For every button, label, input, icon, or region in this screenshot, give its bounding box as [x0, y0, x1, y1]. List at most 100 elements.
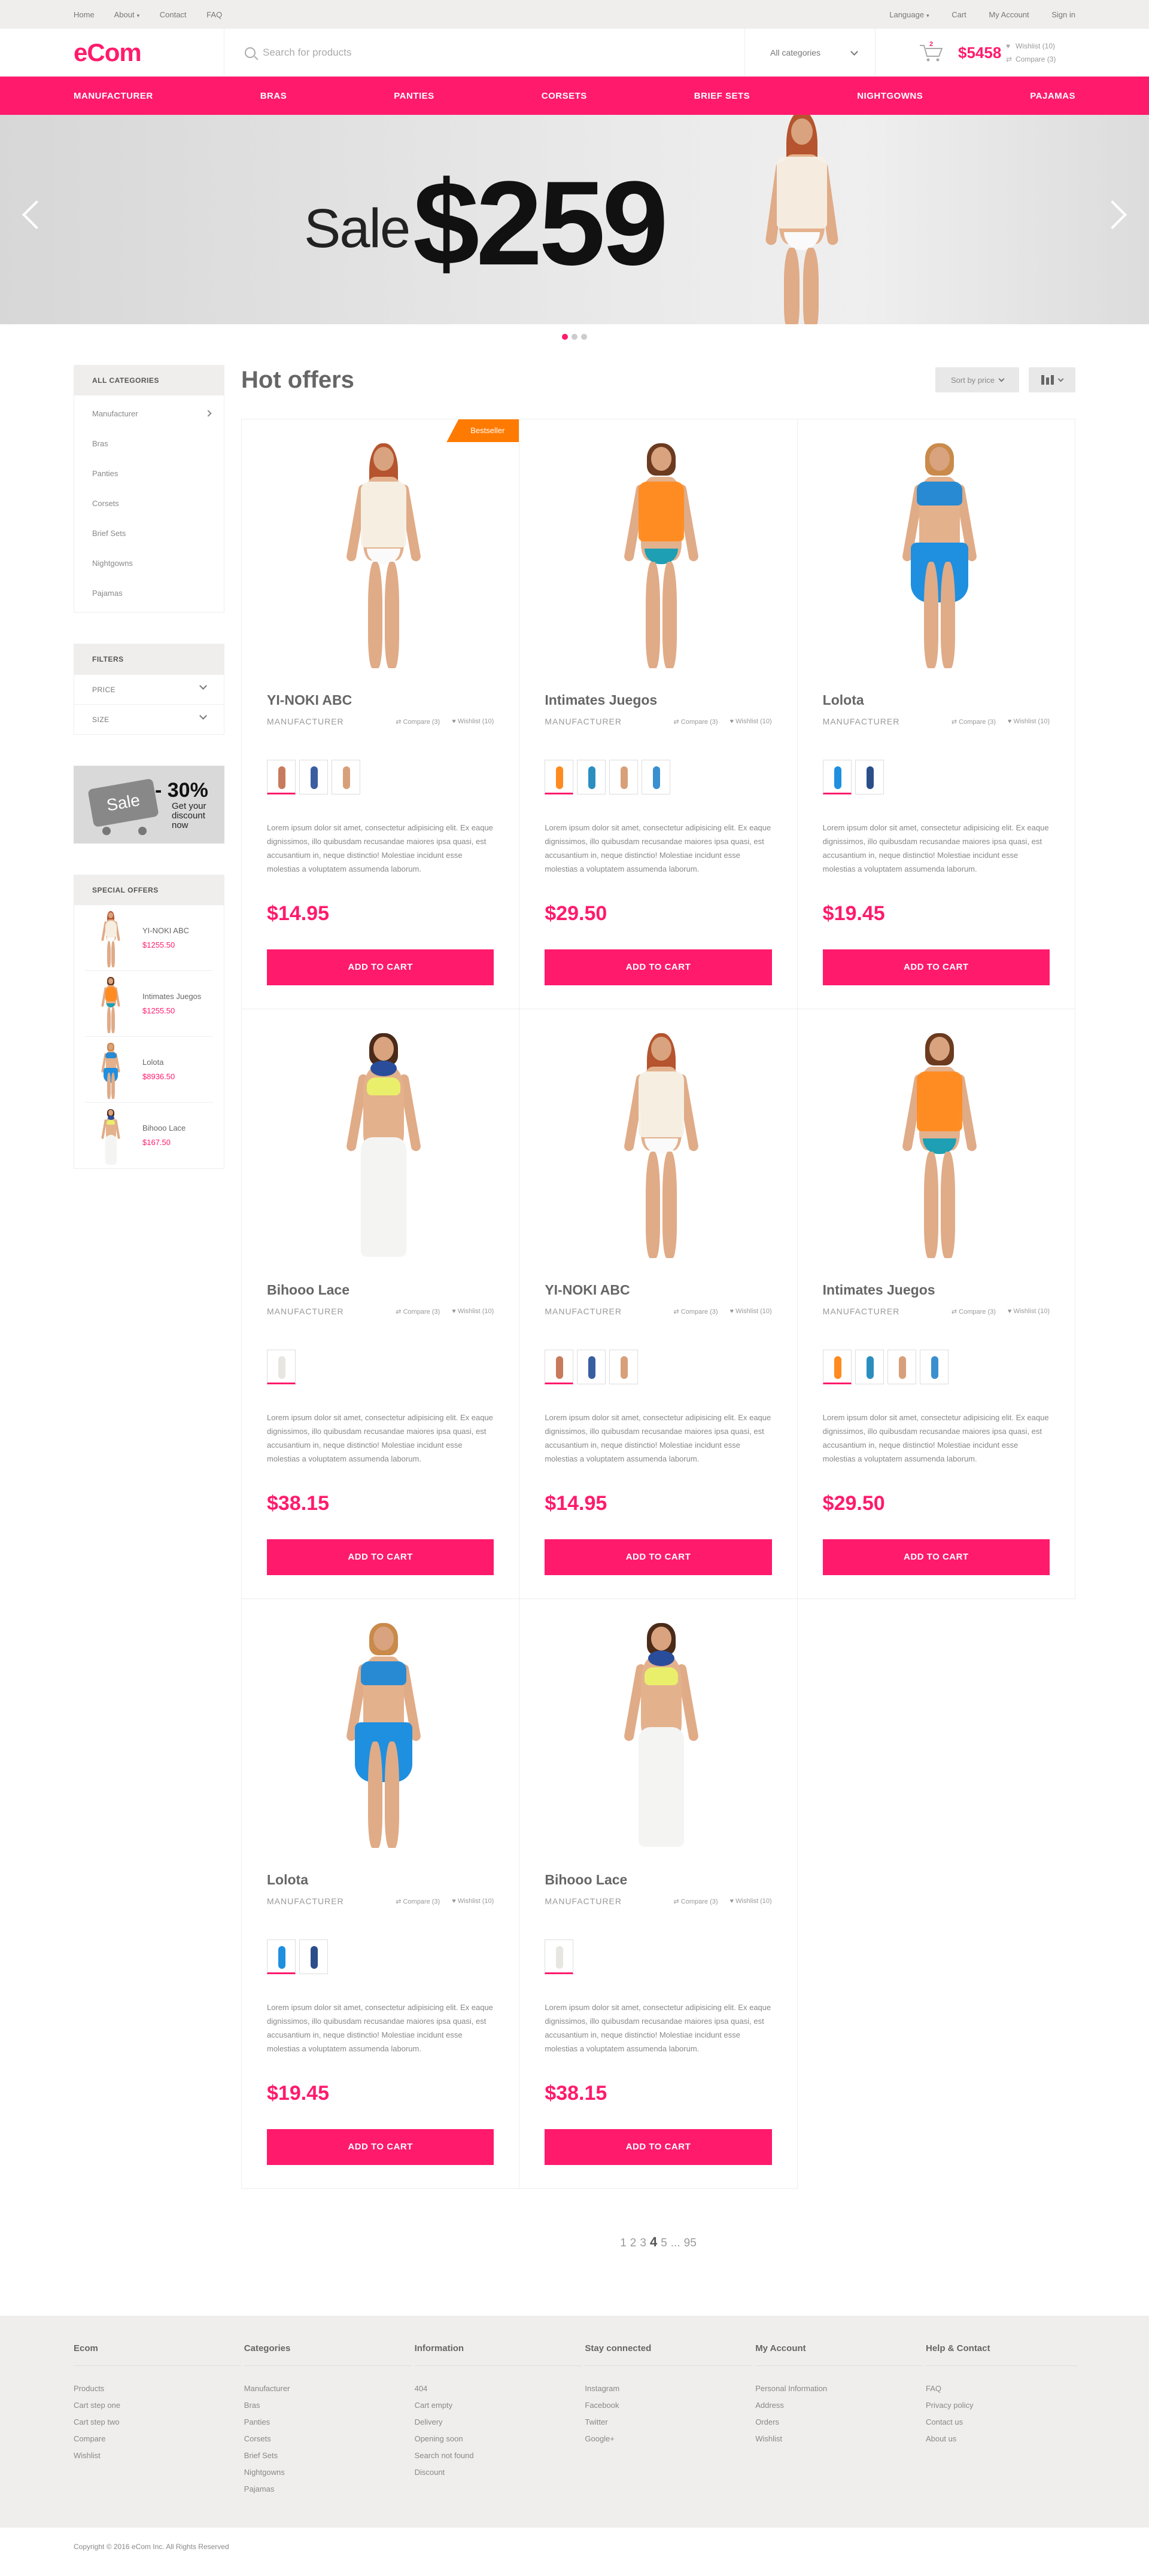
color-swatch[interactable] — [887, 1350, 916, 1384]
color-swatch[interactable] — [609, 1350, 639, 1384]
sidebar-item-brief-sets[interactable]: Brief Sets — [74, 519, 224, 549]
footer-link[interactable]: Google+ — [585, 2431, 734, 2447]
color-swatch[interactable] — [332, 760, 360, 794]
category-select[interactable]: All categories — [745, 29, 876, 77]
compare-link[interactable]: ⇄ Compare (3) — [1006, 53, 1075, 66]
color-swatch[interactable] — [577, 760, 606, 794]
color-swatch[interactable] — [609, 760, 639, 794]
pagination-page[interactable]: 5 — [661, 2237, 667, 2249]
footer-link[interactable]: Personal Information — [755, 2380, 905, 2397]
color-swatch[interactable] — [822, 1350, 852, 1384]
product-name[interactable]: Lolota — [267, 1872, 494, 1888]
color-swatch[interactable] — [545, 1939, 574, 1974]
cart-widget[interactable]: 2 $5458 — [876, 29, 1006, 77]
special-offer-item[interactable]: Lolota $8936.50 — [85, 1037, 213, 1103]
footer-link[interactable]: Cart step one — [74, 2397, 223, 2414]
language-dropdown[interactable]: Language ▾ — [889, 10, 929, 19]
color-swatch[interactable] — [545, 760, 574, 794]
compare-link[interactable]: ⇄ Compare (3) — [674, 1308, 718, 1316]
pagination-page[interactable]: 1 — [620, 2237, 627, 2249]
special-offer-item[interactable]: Bihooo Lace $167.50 — [85, 1103, 213, 1168]
wishlist-link[interactable]: ♥ Wishlist (10) — [452, 718, 494, 725]
footer-link[interactable]: Facebook — [585, 2397, 734, 2414]
top-link-sign-in[interactable]: Sign in — [1051, 10, 1075, 19]
sidebar-item-corsets[interactable]: Corsets — [74, 489, 224, 519]
wishlist-link[interactable]: ♥ Wishlist (10) — [1008, 1308, 1050, 1315]
nav-panties[interactable]: PANTIES — [394, 91, 434, 101]
color-swatch[interactable] — [855, 760, 884, 794]
special-offer-item[interactable]: YI-NOKI ABC $1255.50 — [85, 905, 213, 971]
wishlist-link[interactable]: ♥ Wishlist (10) — [1006, 39, 1075, 53]
discount-banner[interactable]: Sale - 30% Get your discount now — [74, 766, 224, 844]
footer-link[interactable]: Panties — [244, 2414, 394, 2431]
footer-link[interactable]: Products — [74, 2380, 223, 2397]
footer-link[interactable]: Privacy policy — [926, 2397, 1075, 2414]
top-link-my-account[interactable]: My Account — [989, 10, 1029, 19]
product-image[interactable] — [823, 442, 1050, 669]
product-image[interactable] — [267, 442, 494, 669]
pagination-page[interactable]: 95 — [684, 2237, 697, 2249]
footer-link[interactable]: FAQ — [926, 2380, 1075, 2397]
compare-link[interactable]: ⇄ Compare (3) — [952, 718, 996, 726]
sidebar-item-bras[interactable]: Bras — [74, 429, 224, 459]
footer-link[interactable]: Manufacturer — [244, 2380, 394, 2397]
pagination-page[interactable]: 4 — [650, 2234, 657, 2249]
nav-corsets[interactable]: CORSETS — [542, 91, 587, 101]
product-image[interactable] — [267, 1032, 494, 1259]
footer-link[interactable]: 404 — [415, 2380, 564, 2397]
footer-link[interactable]: Wishlist — [755, 2431, 905, 2447]
search-input[interactable]: Search for products — [224, 29, 745, 77]
nav-bras[interactable]: BRAS — [260, 91, 287, 101]
chevron-left-icon[interactable] — [22, 200, 51, 230]
nav-manufacturer[interactable]: MANUFACTURER — [74, 91, 153, 101]
color-swatch[interactable] — [577, 1350, 606, 1384]
product-image[interactable] — [545, 1622, 771, 1849]
special-offer-item[interactable]: Intimates Juegos $1255.50 — [85, 971, 213, 1037]
product-image[interactable] — [545, 1032, 771, 1259]
pagination-page[interactable]: 2 — [630, 2237, 637, 2249]
top-link-home[interactable]: Home — [74, 10, 95, 19]
product-name[interactable]: Bihooo Lace — [267, 1282, 494, 1298]
add-to-cart-button[interactable]: ADD TO CART — [267, 2129, 494, 2165]
nav-brief-sets[interactable]: BRIEF SETS — [694, 91, 750, 101]
footer-link[interactable]: About us — [926, 2431, 1075, 2447]
add-to-cart-button[interactable]: ADD TO CART — [267, 949, 494, 985]
footer-link[interactable]: Discount — [415, 2464, 564, 2481]
footer-link[interactable]: Corsets — [244, 2431, 394, 2447]
chevron-right-icon[interactable] — [1098, 200, 1127, 230]
product-name[interactable]: Intimates Juegos — [823, 1282, 1050, 1298]
wishlist-link[interactable]: ♥ Wishlist (10) — [452, 1308, 494, 1315]
footer-link[interactable]: Cart empty — [415, 2397, 564, 2414]
compare-link[interactable]: ⇄ Compare (3) — [674, 718, 718, 726]
nav-nightgowns[interactable]: NIGHTGOWNS — [857, 91, 923, 101]
footer-link[interactable]: Brief Sets — [244, 2447, 394, 2464]
product-image[interactable] — [823, 1032, 1050, 1259]
carousel-dot[interactable] — [562, 334, 568, 340]
footer-link[interactable]: Twitter — [585, 2414, 734, 2431]
product-image[interactable] — [545, 442, 771, 669]
color-swatch[interactable] — [299, 760, 328, 794]
top-link-about[interactable]: About ▾ — [114, 10, 140, 19]
color-swatch[interactable] — [919, 1350, 949, 1384]
color-swatch[interactable] — [299, 1939, 328, 1974]
pagination-page[interactable]: 3 — [640, 2237, 646, 2249]
view-toggle[interactable] — [1029, 367, 1075, 392]
top-link-cart[interactable]: Cart — [952, 10, 966, 19]
color-swatch[interactable] — [545, 1350, 574, 1384]
wishlist-link[interactable]: ♥ Wishlist (10) — [730, 1898, 772, 1905]
footer-link[interactable]: Bras — [244, 2397, 394, 2414]
product-image[interactable] — [267, 1622, 494, 1849]
color-swatch[interactable] — [267, 760, 296, 794]
filter-price[interactable]: PRICE — [74, 674, 224, 704]
footer-link[interactable]: Opening soon — [415, 2431, 564, 2447]
footer-link[interactable]: Instagram — [585, 2380, 734, 2397]
compare-link[interactable]: ⇄ Compare (3) — [952, 1308, 996, 1316]
footer-link[interactable]: Wishlist — [74, 2447, 223, 2464]
color-swatch[interactable] — [267, 1350, 296, 1384]
compare-link[interactable]: ⇄ Compare (3) — [674, 1898, 718, 1905]
product-name[interactable]: Bihooo Lace — [545, 1872, 771, 1888]
footer-link[interactable]: Nightgowns — [244, 2464, 394, 2481]
footer-link[interactable]: Search not found — [415, 2447, 564, 2464]
add-to-cart-button[interactable]: ADD TO CART — [545, 949, 772, 985]
color-swatch[interactable] — [267, 1939, 296, 1974]
